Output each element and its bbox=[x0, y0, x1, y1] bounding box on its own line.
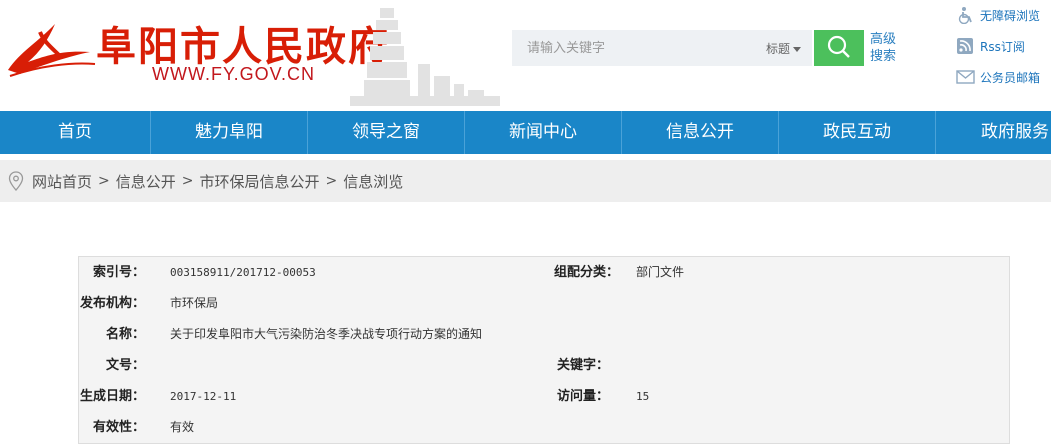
info-row-date: 生成日期： 2017-12-11 访问量： 15 bbox=[79, 381, 1009, 412]
accessibility-link[interactable]: 无障碍浏览 bbox=[956, 4, 1051, 26]
pagoda-skyline-icon bbox=[350, 8, 500, 106]
breadcrumb: 网站首页 > 信息公开 > 市环保局信息公开 > 信息浏览 bbox=[0, 160, 1051, 202]
validity-label: 有效性： bbox=[92, 420, 145, 435]
info-row-docno: 文号： 关键字： bbox=[79, 350, 1009, 381]
advanced-search-link[interactable]: 高级搜索 bbox=[870, 31, 902, 65]
breadcrumb-home[interactable]: 网站首页 bbox=[32, 171, 92, 192]
city-logo-icon bbox=[8, 24, 96, 77]
category-value: 部门文件 bbox=[636, 265, 685, 279]
location-pin-icon bbox=[8, 171, 24, 191]
rss-link[interactable]: Rss订阅 bbox=[956, 35, 1051, 57]
mail-label: 公务员邮箱 bbox=[980, 70, 1041, 85]
name-label: 名称： bbox=[105, 327, 145, 342]
search-scope-select[interactable]: 标题 bbox=[766, 40, 802, 57]
chevron-down-icon bbox=[793, 47, 802, 52]
date-value: 2017-12-11 bbox=[170, 390, 237, 403]
index-label: 索引号： bbox=[92, 265, 145, 280]
keyword-label: 关键字： bbox=[556, 358, 609, 373]
nav-item-charm[interactable]: 魅力阜阳 bbox=[151, 111, 308, 154]
nav-item-home[interactable]: 首页 bbox=[0, 111, 151, 154]
info-row-index: 索引号： 003158911/201712-00053 组配分类： 部门文件 bbox=[79, 257, 1009, 288]
visits-value: 15 bbox=[636, 390, 650, 403]
main-nav: 首页 魅力阜阳 领导之窗 新闻中心 信息公开 政民互动 政府服务 bbox=[0, 111, 1051, 154]
accessibility-icon bbox=[958, 7, 972, 24]
site-header: 阜阳市人民政府 WWW.FY.GOV.CN 标题 高级搜索 bbox=[0, 0, 1051, 111]
validity-value: 有效 bbox=[170, 420, 195, 434]
index-value: 003158911/201712-00053 bbox=[170, 266, 316, 279]
breadcrumb-current: 信息浏览 bbox=[343, 172, 404, 191]
nav-item-news[interactable]: 新闻中心 bbox=[465, 111, 622, 154]
breadcrumb-separator: > bbox=[98, 173, 110, 189]
info-row-validity: 有效性： 有效 bbox=[79, 412, 1009, 443]
info-row-publisher: 发布机构： 市环保局 bbox=[79, 288, 1009, 350]
date-label: 生成日期： bbox=[79, 389, 145, 404]
rss-icon bbox=[957, 38, 973, 54]
nav-item-interaction[interactable]: 政民互动 bbox=[779, 111, 936, 154]
quick-links: 无障碍浏览 Rss订阅 公务员邮箱 bbox=[956, 4, 1051, 97]
accessibility-label: 无障碍浏览 bbox=[980, 8, 1041, 23]
publisher-value: 市环保局 bbox=[170, 296, 219, 310]
visits-label: 访问量： bbox=[556, 389, 609, 404]
rss-label: Rss订阅 bbox=[980, 39, 1025, 54]
search-scope-label: 标题 bbox=[766, 42, 791, 56]
publisher-label: 发布机构： bbox=[79, 296, 145, 311]
docno-label: 文号： bbox=[105, 358, 145, 373]
nav-item-info-disclosure[interactable]: 信息公开 bbox=[622, 111, 779, 154]
breadcrumb-separator: > bbox=[181, 173, 194, 189]
search-icon bbox=[827, 35, 850, 58]
breadcrumb-epb-info[interactable]: 市环保局信息公开 bbox=[200, 171, 320, 192]
name-value: 关于印发阜阳市大气污染防治冬季决战专项行动方案的通知 bbox=[170, 327, 483, 341]
mail-icon bbox=[956, 70, 975, 84]
search-box: 标题 bbox=[512, 30, 812, 66]
site-url: WWW.FY.GOV.CN bbox=[152, 64, 316, 84]
nav-item-leaders[interactable]: 领导之窗 bbox=[308, 111, 465, 154]
breadcrumb-info-disclosure[interactable]: 信息公开 bbox=[116, 171, 176, 192]
breadcrumb-separator: > bbox=[325, 173, 338, 189]
mail-link[interactable]: 公务员邮箱 bbox=[956, 66, 1051, 88]
search-input[interactable] bbox=[512, 30, 762, 66]
category-label: 组配分类： bbox=[553, 265, 619, 280]
nav-item-services[interactable]: 政府服务 bbox=[936, 111, 1051, 154]
document-info-table: 索引号： 003158911/201712-00053 组配分类： 部门文件 发… bbox=[78, 256, 1010, 444]
info-row-name: 名称： 关于印发阜阳市大气污染防治冬季决战专项行动方案的通知 bbox=[79, 319, 1009, 350]
search-button[interactable] bbox=[814, 30, 864, 66]
